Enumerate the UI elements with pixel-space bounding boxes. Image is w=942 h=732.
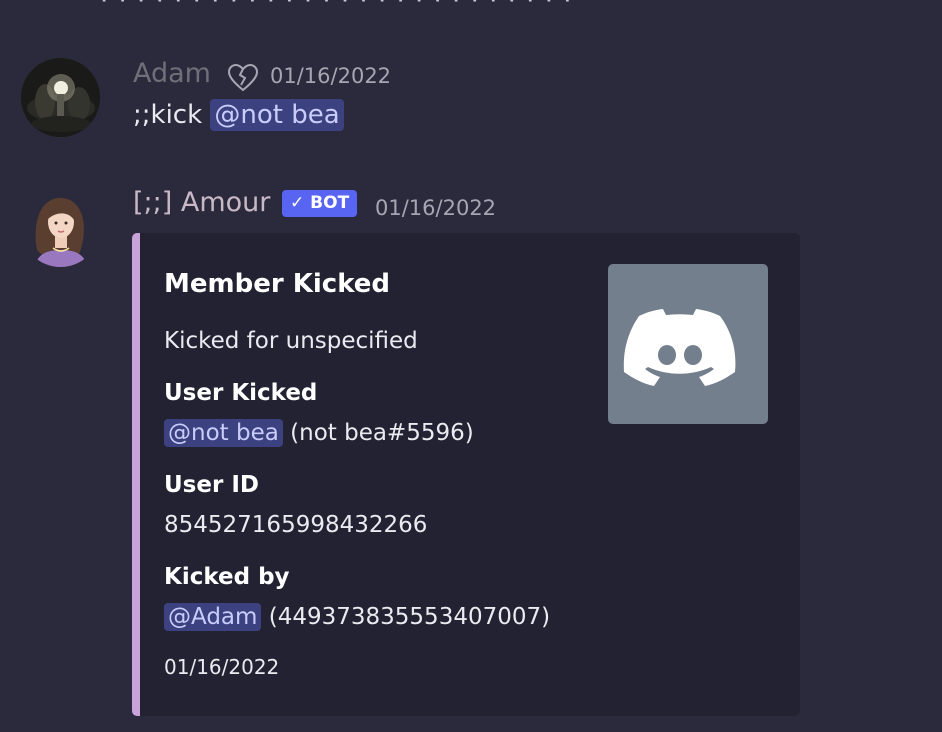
bot-badge: ✓ BOT xyxy=(282,190,358,217)
command-text: ;;kick xyxy=(133,100,203,130)
moderator-id: (449373835553407007) xyxy=(268,604,551,630)
author-name[interactable]: [;;] Amour xyxy=(133,187,270,218)
user-mention[interactable]: @not bea xyxy=(210,99,344,131)
user-tag: (not bea#5596) xyxy=(290,420,474,446)
avatar-amour[interactable] xyxy=(21,188,100,267)
embed-footer-timestamp: 01/16/2022 xyxy=(164,655,280,679)
field-name-kicked-by: Kicked by xyxy=(164,564,290,590)
embed-accent-bar xyxy=(132,233,140,716)
field-name-user-kicked: User Kicked xyxy=(164,380,318,406)
message-timestamp: 01/16/2022 xyxy=(375,196,497,220)
user-mention[interactable]: @not bea xyxy=(164,419,283,447)
author-name[interactable]: Adam xyxy=(133,58,211,89)
field-name-user-id: User ID xyxy=(164,472,259,498)
embed-thumbnail[interactable] xyxy=(608,264,768,424)
broken-heart-icon xyxy=(228,64,258,92)
user-mention[interactable]: @Adam xyxy=(164,603,262,631)
avatar-image xyxy=(21,58,100,137)
message-timestamp: 01/16/2022 xyxy=(270,64,392,88)
field-value-kicked-by: @Adam (449373835553407007) xyxy=(164,603,551,631)
message-content: ;;kick @not bea xyxy=(133,99,344,131)
avatar-adam[interactable] xyxy=(21,58,100,137)
field-value-user-id: 854527165998432266 xyxy=(164,512,428,538)
field-value-user-kicked: @not bea (not bea#5596) xyxy=(164,419,474,447)
embed-description: Kicked for unspecified xyxy=(164,328,418,354)
kick-embed: Member Kicked Kicked for unspecified Use… xyxy=(132,233,800,716)
embed-title: Member Kicked xyxy=(164,269,391,299)
previous-message-fragment: · · · · · · · · · · · · · · · · · · · · … xyxy=(100,0,573,16)
chat-view: · · · · · · · · · · · · · · · · · · · · … xyxy=(0,0,942,732)
discord-logo-icon xyxy=(623,309,736,386)
avatar-image xyxy=(21,188,100,267)
